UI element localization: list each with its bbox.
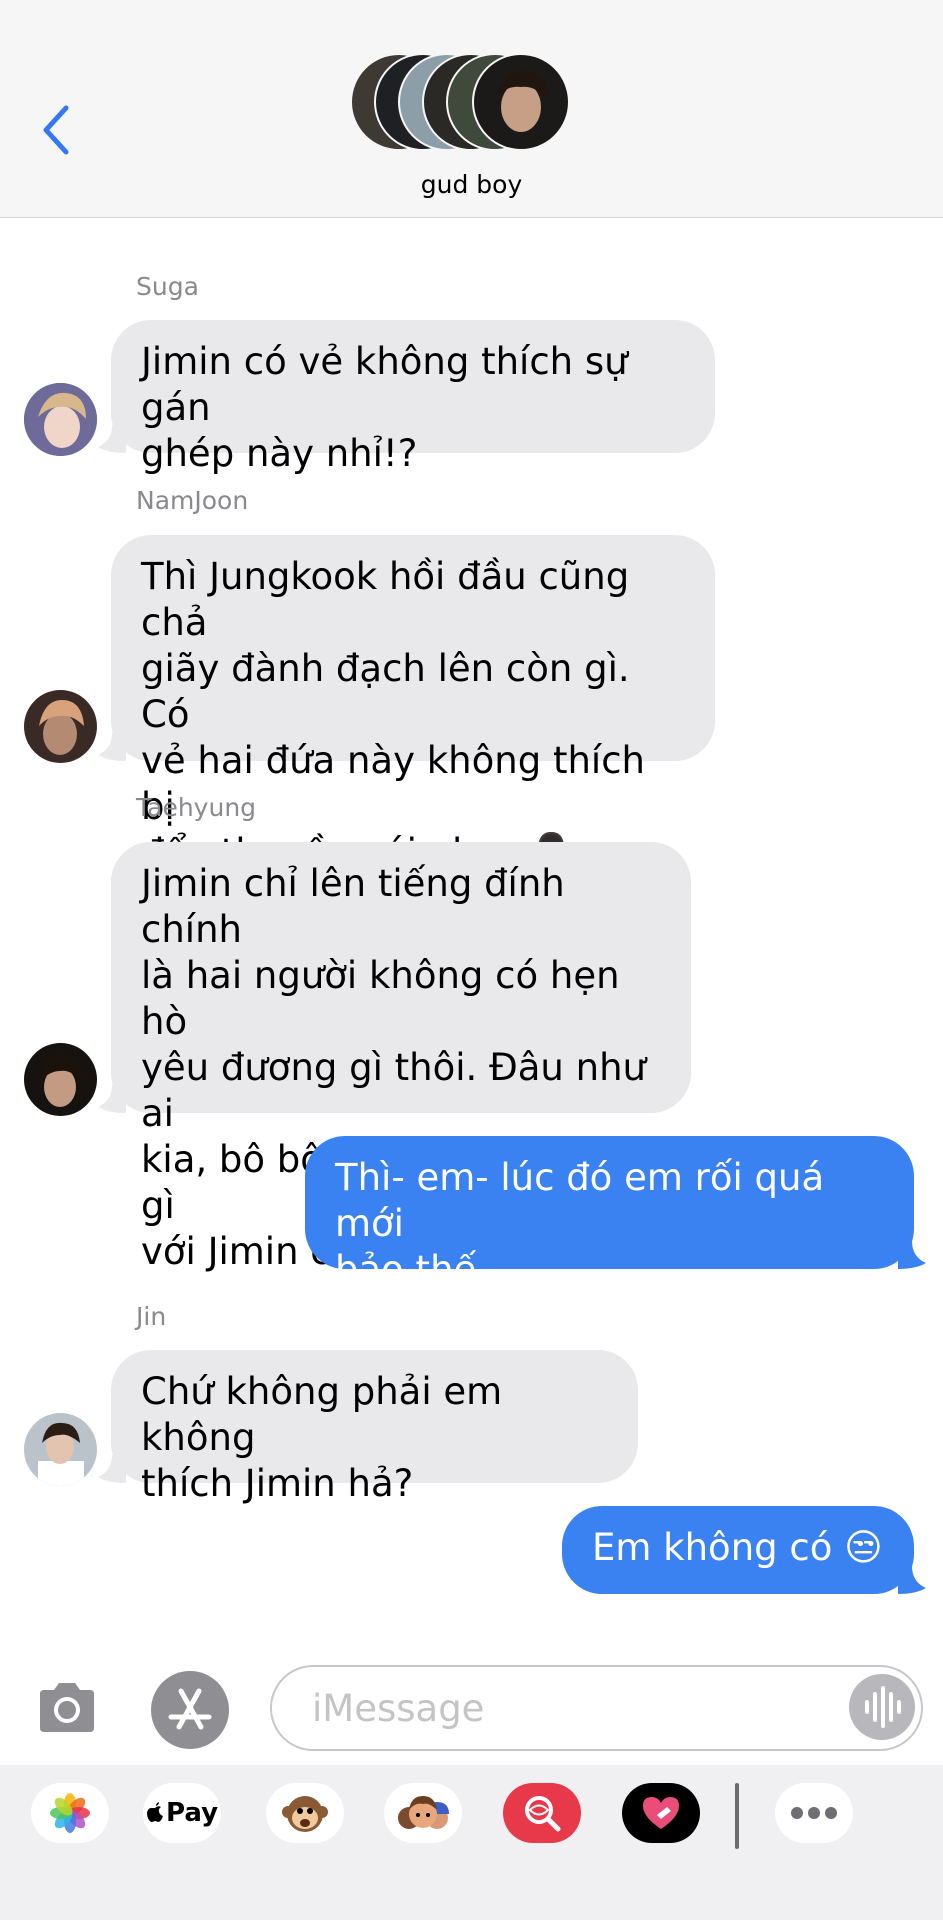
group-avatar-stack[interactable]	[350, 53, 595, 153]
avatar[interactable]	[24, 1413, 97, 1486]
message-input[interactable]: iMessage	[270, 1665, 923, 1751]
compose-bar: iMessage	[0, 1655, 943, 1765]
avatar[interactable]	[24, 690, 97, 763]
apple-logo-icon	[146, 1802, 163, 1822]
group-name[interactable]: gud boy	[0, 170, 943, 199]
avatar[interactable]	[24, 1043, 97, 1116]
message-text-line: giãy đành đạch lên còn gì. Có	[141, 647, 630, 736]
more-apps-icon[interactable]	[775, 1783, 853, 1843]
message-text-line: thích Jimin hả?	[141, 1462, 414, 1505]
conversation-header: gud boy	[0, 0, 943, 218]
message-bubble[interactable]: Jimin chỉ lên tiếng đính chính là hai ng…	[111, 842, 691, 1273]
message-bubble[interactable]: Jimin có vẻ không thích sự gán ghép này …	[111, 320, 715, 475]
camera-icon[interactable]	[36, 1680, 98, 1734]
sender-name: Jin	[136, 1302, 167, 1331]
app-store-icon[interactable]	[151, 1671, 229, 1749]
bubble-tail	[898, 1241, 926, 1269]
drawer-divider	[735, 1783, 739, 1849]
animoji-app-icon[interactable]	[266, 1783, 344, 1843]
bubble-tail	[98, 425, 126, 453]
memoji-app-icon[interactable]	[384, 1783, 462, 1843]
avatar[interactable]	[24, 383, 97, 456]
message-text-line: là hai người không có hẹn hò	[141, 954, 620, 1043]
sender-name: Taehyung	[136, 793, 257, 822]
message-text-line: Chứ không phải em không	[141, 1370, 503, 1459]
message-bubble[interactable]: Chứ không phải em không thích Jimin hả?	[111, 1350, 638, 1505]
photos-app-icon[interactable]	[31, 1783, 109, 1843]
bubble-tail	[898, 1566, 926, 1594]
bubble-tail	[98, 733, 126, 761]
bubble-tail	[98, 1085, 126, 1113]
sender-name: NamJoon	[136, 486, 249, 515]
apple-pay-app-icon[interactable]: Pay	[143, 1783, 221, 1843]
message-text-line: Thì- em- lúc đó em rối quá mới	[335, 1156, 825, 1245]
digital-touch-app-icon[interactable]	[622, 1783, 700, 1843]
sender-name: Suga	[136, 272, 199, 301]
gif-search-app-icon[interactable]	[503, 1783, 581, 1843]
message-input-placeholder: iMessage	[312, 1687, 485, 1730]
message-bubble-outgoing[interactable]: Em không có 😒	[562, 1506, 914, 1594]
apple-pay-label: Pay	[165, 1798, 219, 1828]
message-text-line: Em không có 😒	[592, 1526, 883, 1569]
message-text-line: Jimin có vẻ không thích sự gán	[141, 340, 628, 429]
message-text-line: bảo thế...	[335, 1248, 512, 1291]
message-text-line: Thì Jungkook hồi đầu cũng chả	[141, 555, 630, 644]
audio-waveform-icon[interactable]	[849, 1674, 915, 1740]
message-text-line: ghép này nhỉ!?	[141, 432, 418, 475]
message-bubble[interactable]: Thì Jungkook hồi đầu cũng chả giãy đành …	[111, 535, 715, 874]
app-drawer: Pay	[0, 1765, 943, 1920]
chevron-left-icon[interactable]	[36, 100, 76, 160]
member-avatar	[472, 53, 570, 151]
message-text-line: yêu đương gì thôi. Đâu như ai	[141, 1046, 646, 1135]
message-text-line: Jimin chỉ lên tiếng đính chính	[141, 862, 565, 951]
bubble-tail	[98, 1455, 126, 1483]
message-bubble-outgoing[interactable]: Thì- em- lúc đó em rối quá mới bảo thế..…	[305, 1136, 914, 1291]
